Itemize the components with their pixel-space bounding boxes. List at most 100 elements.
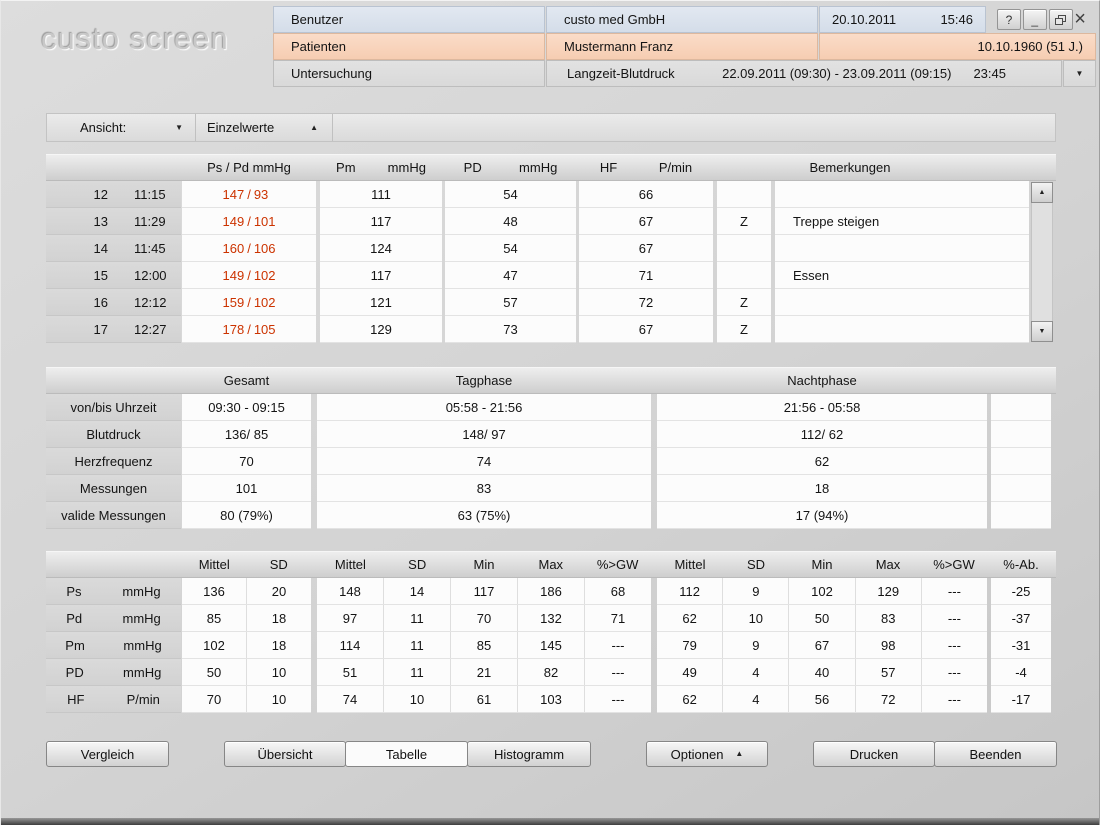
scrollbar[interactable]: ▲ ▼ — [1031, 182, 1053, 342]
drucken-button[interactable]: Drucken — [813, 741, 935, 767]
scroll-down-button[interactable]: ▼ — [1031, 321, 1053, 342]
remark — [775, 181, 1029, 208]
col-min: Min — [789, 552, 855, 577]
restore-button[interactable] — [1049, 9, 1073, 30]
gesamt-values: 70 10 — [182, 686, 311, 713]
close-button[interactable]: × — [1074, 8, 1086, 31]
minimize-icon: _ — [1031, 13, 1038, 27]
hf-value: 67 — [579, 235, 713, 262]
measurements-table: Ps / Pd mmHg PmmmHg PDmmHg HFP/min Bemer… — [46, 154, 1056, 343]
uebersicht-button[interactable]: Übersicht — [224, 741, 346, 767]
col-empty — [46, 368, 181, 393]
row-number: 14 — [46, 241, 108, 256]
summary-row: Blutdruck 136/ 85 148/ 97 112/ 62 — [46, 421, 1056, 448]
stat-value: 14 — [384, 578, 451, 604]
vergleich-label: Vergleich — [81, 747, 134, 762]
stat-value: 67 — [789, 632, 855, 658]
beenden-label: Beenden — [969, 747, 1021, 762]
stat-value: 68 — [585, 578, 651, 604]
col-hf-abbr: HF — [600, 160, 617, 175]
col-mittel: Mittel — [182, 552, 247, 577]
stat-value: 11 — [384, 605, 451, 631]
remark: Essen — [775, 262, 1029, 289]
summary-row: Herzfrequenz 70 74 62 — [46, 448, 1056, 475]
optionen-button[interactable]: Optionen▲ — [646, 741, 768, 767]
pd-value: 48 — [445, 208, 576, 235]
measurement-id: 1612:12 — [46, 289, 181, 316]
hf-value: 67 — [579, 316, 713, 343]
tabelle-button[interactable]: Tabelle — [345, 741, 468, 767]
gesamt-value: 09:30 - 09:15 — [182, 394, 311, 421]
param-unit: mmHg — [123, 665, 161, 680]
scroll-up-button[interactable]: ▲ — [1031, 182, 1053, 203]
scrollbar-track[interactable] — [1031, 203, 1053, 321]
exam-duration: 23:45 — [973, 66, 1006, 81]
exam-dropdown-button[interactable]: ▼ — [1063, 60, 1096, 87]
param-unit: mmHg — [123, 638, 161, 653]
untersuchung-button[interactable]: Untersuchung — [273, 60, 545, 87]
z-marker: Z — [717, 289, 771, 316]
measurement-id: 1411:45 — [46, 235, 181, 262]
measurement-row[interactable]: 1612:12 159/102 121 57 72 Z — [46, 289, 1056, 316]
col-mittel: Mittel — [317, 552, 384, 577]
z-marker — [717, 262, 771, 289]
pm-value: 121 — [320, 289, 442, 316]
gesamt-value: 136/ 85 — [182, 421, 311, 448]
param-abbr: HF — [67, 692, 84, 707]
ps-pd-value: 159/102 — [182, 289, 316, 316]
patient-birthdate: 10.10.1960 (51 J.) — [819, 33, 1096, 60]
window-bottom-edge — [1, 818, 1099, 825]
stat-value: 10 — [247, 686, 311, 712]
user-company: custo med GmbH — [546, 6, 818, 33]
vergleich-button[interactable]: Vergleich — [46, 741, 169, 767]
stat-value: 132 — [518, 605, 585, 631]
nacht-values: 62 4 56 72 --- — [657, 686, 987, 713]
histogramm-button[interactable]: Histogramm — [467, 741, 591, 767]
col-bemerkungen: Bemerkungen — [717, 155, 1029, 180]
hf-value: 66 — [579, 181, 713, 208]
stat-value: 148 — [317, 578, 384, 604]
stat-value: 40 — [789, 659, 855, 685]
statistics-row: PdmmHg 85 18 97 11 70 132 71 62 10 50 83… — [46, 605, 1056, 632]
stat-value: 11 — [384, 632, 451, 658]
col-sd: SD — [247, 552, 312, 577]
nachtphase-value: 112/ 62 — [657, 421, 987, 448]
stat-value: 18 — [247, 632, 311, 658]
help-button[interactable]: ? — [997, 9, 1021, 30]
minimize-button[interactable]: _ — [1023, 9, 1047, 30]
pd-value: 54 — [445, 181, 576, 208]
z-marker: Z — [717, 316, 771, 343]
row-time: 11:15 — [134, 187, 166, 202]
ansicht-dropdown[interactable]: Ansicht: ▼ — [47, 114, 196, 141]
row-number: 12 — [46, 187, 108, 202]
empty-cell — [991, 502, 1051, 529]
measurement-row[interactable]: 1512:00 149/102 117 47 71 Essen — [46, 262, 1056, 289]
col-tagphase: Tagphase — [317, 368, 651, 393]
param-label: PdmmHg — [46, 605, 181, 632]
pm-value: 124 — [320, 235, 442, 262]
stat-value: 4 — [723, 659, 789, 685]
exam-type: Langzeit-Blutdruck — [567, 66, 675, 81]
col-empty — [991, 368, 1051, 393]
stat-value: 61 — [451, 686, 518, 712]
summary-label: valide Messungen — [46, 502, 181, 529]
measurement-row[interactable]: 1411:45 160/106 124 54 67 — [46, 235, 1056, 262]
benutzer-button[interactable]: Benutzer — [273, 6, 545, 33]
stat-value: 102 — [182, 632, 247, 658]
nacht-values: 49 4 40 57 --- — [657, 659, 987, 686]
col-pm: PmmmHg — [320, 155, 442, 180]
measurement-row[interactable]: 1211:15 147/93 111 54 66 — [46, 181, 1056, 208]
beenden-button[interactable]: Beenden — [934, 741, 1057, 767]
measurement-row[interactable]: 1311:29 149/101 117 48 67 Z Treppe steig… — [46, 208, 1056, 235]
current-datetime: 20.10.2011 15:46 — [819, 6, 986, 33]
col-pd: PDmmHg — [445, 155, 576, 180]
patienten-button[interactable]: Patienten — [273, 33, 545, 60]
ps-pd-value: 149/102 — [182, 262, 316, 289]
uebersicht-label: Übersicht — [258, 747, 313, 762]
view-mode-dropdown[interactable]: Einzelwerte ▲ — [196, 114, 333, 141]
stat-value: 70 — [451, 605, 518, 631]
param-unit: P/min — [127, 692, 160, 707]
stat-value: 117 — [451, 578, 518, 604]
measurement-row[interactable]: 1712:27 178/105 129 73 67 Z — [46, 316, 1056, 343]
col-sd: SD — [384, 552, 451, 577]
